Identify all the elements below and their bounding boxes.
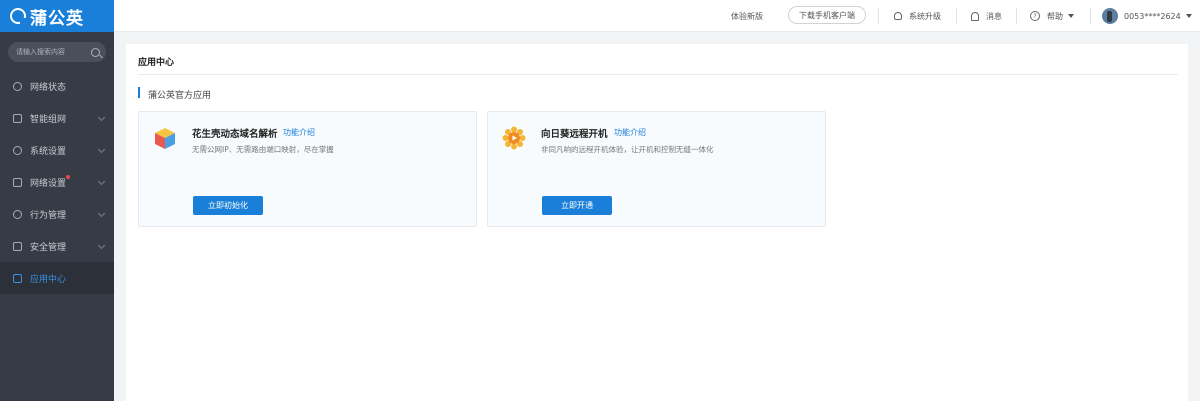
user-name: 0053****2624 bbox=[1124, 11, 1181, 21]
messages-label: 消息 bbox=[986, 11, 1002, 21]
chevron-down-icon bbox=[97, 113, 106, 122]
divider bbox=[878, 8, 879, 24]
divider bbox=[138, 74, 1178, 75]
divider bbox=[956, 8, 957, 24]
sidebar-item-label: 智能组网 bbox=[30, 114, 67, 125]
app-description: 无需公网IP、无需路由端口映射，尽在掌握 bbox=[192, 145, 334, 154]
sidebar-item-label: 行为管理 bbox=[30, 210, 67, 221]
divider bbox=[1016, 8, 1017, 24]
user-menu[interactable]: 0053****2624 bbox=[1102, 0, 1192, 32]
initialize-button[interactable]: 立即初始化 bbox=[193, 196, 263, 215]
sidebar-item-smart-network[interactable]: 智能组网 bbox=[0, 102, 114, 134]
section-marker bbox=[138, 87, 140, 98]
caret-down-icon bbox=[1068, 14, 1074, 18]
caret-down-icon bbox=[1185, 14, 1192, 18]
sidebar-item-label: 应用中心 bbox=[30, 274, 67, 285]
system-upgrade-button[interactable]: 系统升级 bbox=[894, 0, 941, 32]
smart-network-icon bbox=[13, 113, 22, 123]
sidebar-item-label: 网络设置 bbox=[30, 178, 67, 189]
chevron-down-icon bbox=[97, 241, 106, 250]
sidebar-item-security[interactable]: 安全管理 bbox=[0, 230, 114, 262]
network-status-icon bbox=[13, 81, 22, 91]
app-center-icon bbox=[13, 273, 22, 283]
peanut-shell-cube-icon bbox=[155, 128, 175, 149]
sunflower-icon bbox=[502, 126, 526, 150]
notification-dot bbox=[66, 175, 70, 179]
brand-name: 蒲公英 bbox=[30, 8, 84, 29]
sidebar-item-label: 系统设置 bbox=[30, 146, 67, 157]
top-bar: 体验新版 下载手机客户端 系统升级 消息 ? 帮助 0053****2624 bbox=[114, 0, 1200, 32]
app-card-peanut-shell: 花生壳动态域名解析 功能介绍 无需公网IP、无需路由端口映射，尽在掌握 立即初始… bbox=[138, 111, 477, 227]
section-title: 蒲公英官方应用 bbox=[148, 91, 212, 101]
chevron-down-icon bbox=[97, 209, 106, 218]
sidebar-item-app-center[interactable]: 应用中心 bbox=[0, 262, 114, 294]
sidebar-item-system-settings[interactable]: 系统设置 bbox=[0, 134, 114, 166]
chevron-down-icon bbox=[97, 177, 106, 186]
search-icon[interactable] bbox=[91, 47, 100, 57]
sidebar-nav: 网络状态 智能组网 系统设置 网络设置 行为管理 安全管理 应用中心 bbox=[0, 70, 114, 294]
app-card-sunflower: 向日葵远程开机 功能介绍 非同凡响的远程开机体验，让开机和控制无缝一体化 立即开… bbox=[487, 111, 826, 227]
messages-button[interactable]: 消息 bbox=[971, 0, 1002, 32]
logo-icon bbox=[10, 8, 26, 24]
logo[interactable]: 蒲公英 bbox=[0, 0, 114, 32]
feature-intro-link[interactable]: 功能介绍 bbox=[614, 127, 646, 138]
search-input[interactable] bbox=[16, 48, 91, 56]
page-title: 应用中心 bbox=[138, 58, 175, 68]
app-name: 向日葵远程开机 bbox=[541, 129, 608, 140]
avatar bbox=[1102, 8, 1118, 24]
bell-icon bbox=[971, 11, 979, 21]
sidebar-item-label: 网络状态 bbox=[30, 82, 67, 93]
help-menu[interactable]: ? 帮助 bbox=[1030, 0, 1074, 32]
sidebar-item-label: 安全管理 bbox=[30, 242, 67, 253]
gear-icon bbox=[13, 145, 22, 155]
sidebar-item-network-status[interactable]: 网络状态 bbox=[0, 70, 114, 102]
new-version-link[interactable]: 体验新版 bbox=[731, 0, 763, 32]
sidebar-item-behavior[interactable]: 行为管理 bbox=[0, 198, 114, 230]
app-description: 非同凡响的远程开机体验，让开机和控制无缝一体化 bbox=[541, 145, 714, 154]
divider bbox=[1090, 8, 1091, 24]
chevron-down-icon bbox=[97, 145, 106, 154]
upgrade-icon bbox=[894, 12, 902, 20]
feature-intro-link[interactable]: 功能介绍 bbox=[283, 127, 315, 138]
help-icon: ? bbox=[1030, 11, 1040, 21]
download-client-button[interactable]: 下载手机客户端 bbox=[788, 6, 866, 24]
network-settings-icon bbox=[13, 177, 22, 187]
main-panel: 应用中心 蒲公英官方应用 花生壳动态域名解析 功能介绍 无需公网IP、无需路由端… bbox=[126, 44, 1188, 401]
activate-button[interactable]: 立即开通 bbox=[542, 196, 612, 215]
behavior-icon bbox=[13, 209, 22, 219]
sidebar: 蒲公英 网络状态 智能组网 系统设置 网络设置 行为管理 bbox=[0, 0, 114, 401]
system-upgrade-label: 系统升级 bbox=[909, 11, 941, 21]
sidebar-search bbox=[8, 42, 106, 62]
shield-icon bbox=[13, 241, 22, 251]
app-name: 花生壳动态域名解析 bbox=[192, 129, 278, 140]
sidebar-item-network-settings[interactable]: 网络设置 bbox=[0, 166, 114, 198]
help-label: 帮助 bbox=[1047, 11, 1063, 21]
